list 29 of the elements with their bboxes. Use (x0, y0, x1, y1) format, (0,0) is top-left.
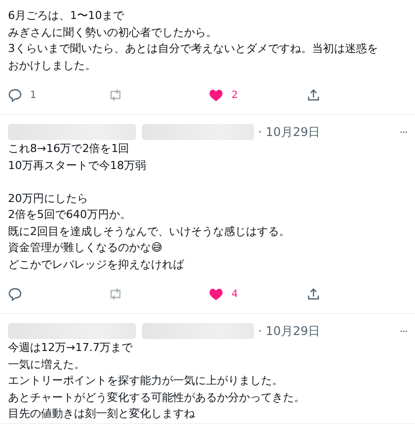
post-text-line: どこかでレバレッジを抑えなければ (8, 256, 186, 272)
post-text-line: 20万円にしたら (8, 190, 89, 206)
post-text-line: 2倍を5回で640万円か。 (8, 207, 132, 223)
post-text-line: あとチャートがどう変化する可能性があるか分かってきた。 (8, 390, 306, 406)
reply-count: 1 (30, 90, 36, 100)
share-icon[interactable] (307, 88, 320, 102)
post-text-line: 既に2回目を達成しそうなんで、いけそうな感じはする。 (8, 224, 291, 240)
like-icon[interactable] (208, 286, 224, 302)
like-count: 4 (232, 288, 238, 300)
post-text-line: 一気に増えた。 (8, 356, 86, 372)
post-text-line: 10万再スタートで今18万弱 (8, 158, 147, 174)
share-icon[interactable] (307, 287, 320, 301)
post-text-line: みぎさんに聞く勢いの初心者でしたから。 (8, 24, 218, 40)
post-date[interactable]: · 10月29日 (258, 124, 320, 140)
post-text-line: これ8→16万で2倍を1回 (8, 141, 130, 157)
post-text-line: 3くらいまで聞いたら、あとは自分で考えないとダメですね。当初は迷惑を (8, 41, 379, 57)
post-text-line: 目先の値動きは刻一刻と変化しますね (8, 406, 196, 422)
reply-icon[interactable] (8, 88, 22, 102)
post-text-line: 資金管理が難しくなるのかな😅 (8, 240, 164, 256)
reply-icon[interactable] (8, 287, 22, 301)
more-options-button[interactable]: ··· (400, 324, 407, 338)
post-text-line: エントリーポイントを探す能力が一気に上がりました。 (8, 373, 284, 389)
post-date[interactable]: · 10月29日 (258, 322, 320, 340)
post-text-line: おかけしました。 (8, 58, 97, 74)
post-text-line: 今週は12万→17.7万まで (8, 340, 134, 356)
like-count: 2 (232, 90, 238, 100)
like-icon[interactable] (208, 88, 224, 102)
post-text-line: 6月ごろは、1〜10まで (8, 8, 126, 24)
more-options-button[interactable]: ··· (400, 126, 407, 138)
